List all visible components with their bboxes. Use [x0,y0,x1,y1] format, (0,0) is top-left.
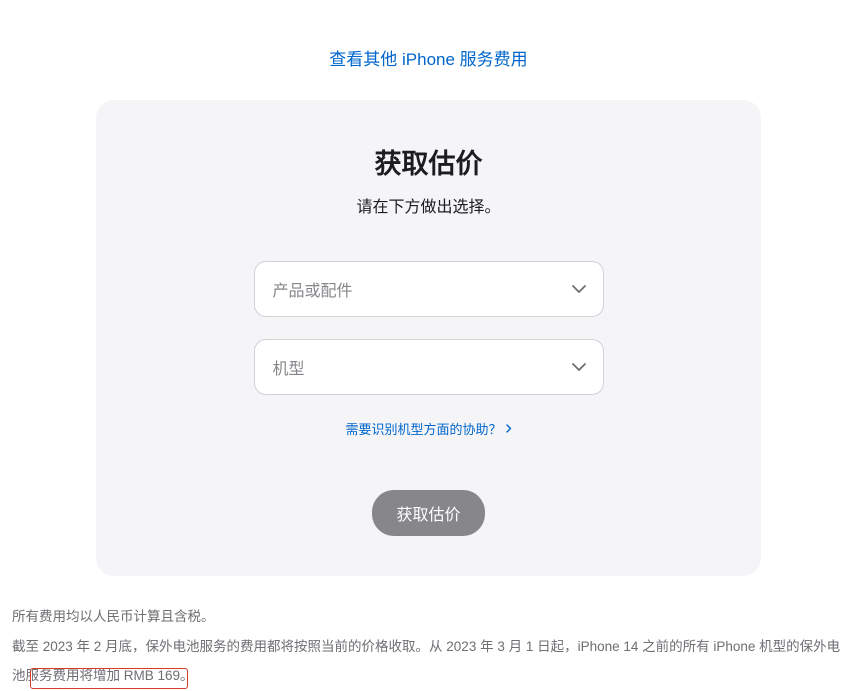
card-subtitle: 请在下方做出选择。 [136,193,721,217]
top-link-container: 查看其他 iPhone 服务费用 [10,45,847,70]
disclaimer-line1: 所有费用均以人民币计算且含税。 [12,602,845,632]
disclaimer-line2: 截至 2023 年 2 月底，保外电池服务的费用都将按照当前的价格收取。从 20… [12,632,845,691]
model-select[interactable]: 机型 [254,339,604,395]
help-link-text: 需要识别机型方面的协助？ [345,419,501,438]
product-select-placeholder: 产品或配件 [273,277,353,301]
other-services-link[interactable]: 查看其他 iPhone 服务费用 [329,50,527,69]
model-select-placeholder: 机型 [273,355,305,379]
chevron-right-icon [506,421,512,436]
product-select[interactable]: 产品或配件 [254,261,604,317]
identify-model-help-link[interactable]: 需要识别机型方面的协助？ [345,419,511,438]
estimate-card: 获取估价 请在下方做出选择。 产品或配件 机型 需要识别机型方面的协助？ [96,100,761,576]
card-title: 获取估价 [136,142,721,181]
get-estimate-button[interactable]: 获取估价 [372,490,484,536]
disclaimer-text: 所有费用均以人民币计算且含税。 截至 2023 年 2 月底，保外电池服务的费用… [10,602,847,691]
product-select-wrapper: 产品或配件 [254,261,604,317]
model-select-wrapper: 机型 [254,339,604,395]
